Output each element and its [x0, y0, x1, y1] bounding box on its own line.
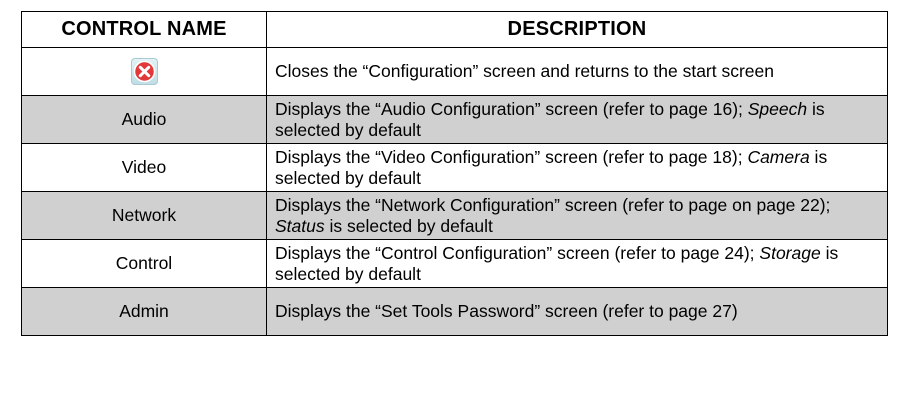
description-cell: Closes the “Configuration” screen and re…	[266, 47, 888, 96]
description-emphasis: Speech	[747, 98, 808, 119]
description-text: Displays the “Audio Configuration” scree…	[275, 98, 748, 119]
control-name-cell: Control	[21, 239, 267, 288]
description-text: Displays the “Control Configuration” scr…	[275, 242, 760, 263]
table-row: Audio Displays the “Audio Configuration”…	[21, 95, 888, 144]
description-text: Displays the “Set Tools Password” screen…	[275, 301, 738, 321]
table-row: Closes the “Configuration” screen and re…	[21, 47, 888, 96]
control-name-cell: Video	[21, 143, 267, 192]
header-row: CONTROL NAME DESCRIPTION	[21, 11, 888, 48]
control-name-cell: Network	[21, 191, 267, 240]
table-row: Network Displays the “Network Configurat…	[21, 191, 888, 240]
table-row: Control Displays the “Control Configurat…	[21, 239, 888, 288]
header-description: DESCRIPTION	[266, 11, 888, 48]
description-text: Closes the “Configuration” screen and re…	[275, 61, 774, 81]
close-icon	[130, 58, 158, 85]
description-text: Displays the “Video Configuration” scree…	[275, 146, 748, 167]
description-cell: Displays the “Control Configuration” scr…	[266, 239, 888, 288]
description-emphasis: Status	[275, 215, 325, 236]
description-cell: Displays the “Set Tools Password” screen…	[266, 287, 888, 336]
table-row: Admin Displays the “Set Tools Password” …	[21, 287, 888, 336]
description-emphasis: Storage	[759, 242, 821, 263]
description-cell: Displays the “Video Configuration” scree…	[266, 143, 888, 192]
description-text: Displays the “Network Configuration” scr…	[275, 194, 831, 215]
description-cell: Displays the “Audio Configuration” scree…	[266, 95, 888, 144]
description-emphasis: Camera	[747, 146, 810, 167]
control-name-cell	[21, 47, 267, 96]
header-control-name: CONTROL NAME	[21, 11, 267, 48]
controls-table: CONTROL NAME DESCRIPTION Closes the “Con…	[21, 11, 888, 336]
table-row: Video Displays the “Video Configuration”…	[21, 143, 888, 192]
control-name-cell: Admin	[21, 287, 267, 336]
description-cell: Displays the “Network Configuration” scr…	[266, 191, 888, 240]
control-name-cell: Audio	[21, 95, 267, 144]
description-text: is selected by default	[324, 215, 493, 236]
